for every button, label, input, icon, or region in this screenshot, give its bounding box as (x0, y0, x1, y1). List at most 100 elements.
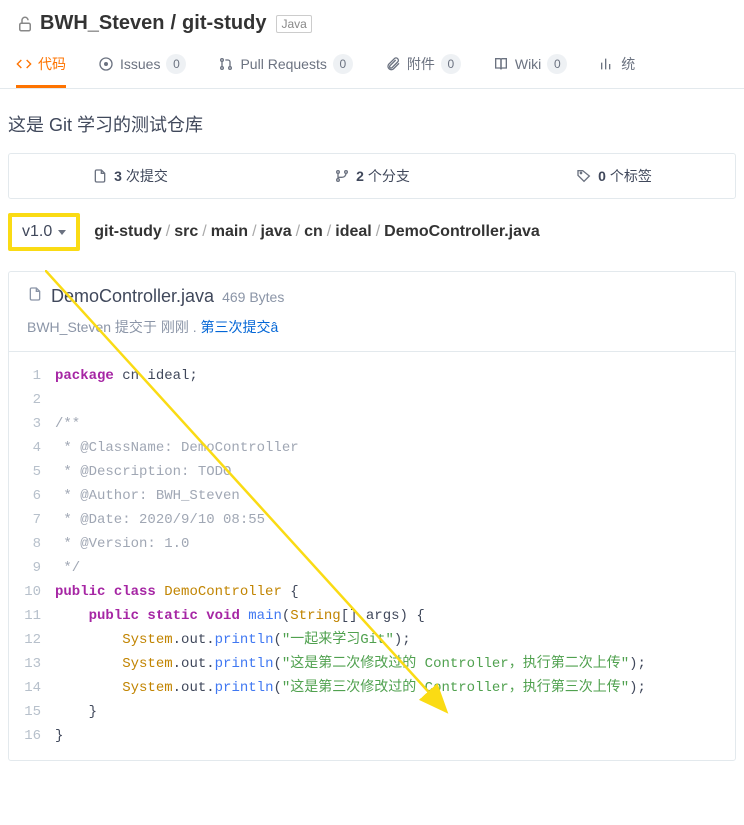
tab-wiki[interactable]: Wiki 0 (493, 43, 567, 88)
crumb-java[interactable]: java (261, 223, 292, 241)
file-icon (92, 168, 108, 184)
meta-dot: . (189, 319, 201, 335)
line-num: 13 (9, 652, 55, 676)
file-size: 469 Bytes (222, 289, 284, 305)
line-num: 14 (9, 676, 55, 700)
stats-bar: 3 次提交 2 个分支 0 个标签 (8, 153, 736, 199)
repo-owner[interactable]: BWH_Steven (40, 12, 164, 35)
tab-attach-count: 0 (441, 54, 461, 74)
file-panel: DemoController.java 469 Bytes BWH_Steven… (8, 271, 736, 761)
code-line: */ (55, 556, 735, 580)
stat-tags[interactable]: 0 个标签 (493, 154, 735, 198)
issues-icon (98, 56, 114, 72)
code-line: * @Version: 1.0 (55, 532, 735, 556)
sep: / (376, 223, 380, 241)
tab-issues-count: 0 (166, 54, 186, 74)
tags-text: 个标签 (606, 168, 652, 184)
repo-description: 这是 Git 学习的测试仓库 (0, 89, 744, 153)
chart-icon (599, 56, 615, 72)
book-icon (493, 56, 509, 72)
code-line: public class DemoController { (55, 580, 735, 604)
tab-stats[interactable]: 统 (599, 43, 635, 88)
tab-bar: 代码 Issues 0 Pull Requests 0 附件 0 Wiki 0 … (0, 43, 744, 89)
line-num: 7 (9, 508, 55, 532)
commit-link[interactable]: 第三次提交â (201, 319, 279, 335)
language-badge: Java (276, 15, 311, 33)
commit-author: BWH_Steven (27, 319, 111, 335)
file-icon (27, 286, 43, 302)
commit-time: 刚刚 (161, 319, 189, 335)
line-num: 6 (9, 484, 55, 508)
branch-icon (334, 168, 350, 184)
line-num: 10 (9, 580, 55, 604)
tag-icon (576, 168, 592, 184)
pr-icon (218, 56, 234, 72)
line-num: 16 (9, 724, 55, 748)
path-row: v1.0 git-study / src / main / java / cn … (0, 199, 744, 261)
commits-text: 次提交 (122, 168, 168, 184)
tab-wiki-count: 0 (547, 54, 567, 74)
crumb-src[interactable]: src (174, 223, 198, 241)
code-line: public static void main(String[] args) { (55, 604, 735, 628)
repo-sep: / (170, 12, 176, 35)
commits-count: 3 (114, 168, 122, 184)
line-num: 11 (9, 604, 55, 628)
sep: / (252, 223, 256, 241)
tab-stats-label: 统 (621, 54, 635, 74)
branch-selector[interactable]: v1.0 (8, 213, 80, 251)
code-line: /** (55, 412, 735, 436)
lock-icon (16, 15, 34, 33)
repo-name[interactable]: git-study (182, 12, 266, 35)
repo-header: BWH_Steven / git-study Java (0, 0, 744, 43)
code-line (55, 388, 735, 412)
crumb-cn[interactable]: cn (304, 223, 323, 241)
line-num: 4 (9, 436, 55, 460)
code-line: * @Description: TODO (55, 460, 735, 484)
tab-wiki-label: Wiki (515, 56, 541, 72)
code-line: System.out.println("一起来学习Git"); (55, 628, 735, 652)
code-line: * @Date: 2020/9/10 08:55 (55, 508, 735, 532)
sep: / (202, 223, 206, 241)
breadcrumb: git-study / src / main / java / cn / ide… (94, 223, 540, 241)
sep: / (166, 223, 170, 241)
file-meta: BWH_Steven 提交于 刚刚 . 第三次提交â (9, 311, 735, 352)
crumb-file[interactable]: DemoController.java (384, 223, 540, 241)
code-line: System.out.println("这是第二次修改过的 Controller… (55, 652, 735, 676)
tab-issues[interactable]: Issues 0 (98, 43, 186, 88)
paperclip-icon (385, 56, 401, 72)
crumb-repo[interactable]: git-study (94, 223, 162, 241)
line-num: 9 (9, 556, 55, 580)
stat-branches[interactable]: 2 个分支 (251, 154, 493, 198)
code-line: } (55, 700, 735, 724)
file-header: DemoController.java 469 Bytes (9, 272, 735, 311)
code-line: * @ClassName: DemoController (55, 436, 735, 460)
line-num: 2 (9, 388, 55, 412)
chevron-down-icon (58, 230, 66, 235)
branches-text: 个分支 (364, 168, 410, 184)
crumb-main[interactable]: main (211, 223, 248, 241)
code-line: } (55, 724, 735, 748)
stat-commits[interactable]: 3 次提交 (9, 154, 251, 198)
tab-pull-requests[interactable]: Pull Requests 0 (218, 43, 352, 88)
branches-count: 2 (356, 168, 364, 184)
file-name: DemoController.java (51, 286, 214, 307)
meta-mid: 提交于 (111, 319, 161, 335)
tab-code[interactable]: 代码 (16, 43, 66, 88)
code-icon (16, 56, 32, 72)
tab-issues-label: Issues (120, 56, 160, 72)
code-line: * @Author: BWH_Steven (55, 484, 735, 508)
line-num: 15 (9, 700, 55, 724)
line-num: 5 (9, 460, 55, 484)
tab-code-label: 代码 (38, 54, 66, 74)
tab-pr-label: Pull Requests (240, 56, 326, 72)
line-num: 3 (9, 412, 55, 436)
line-num: 12 (9, 628, 55, 652)
tab-pr-count: 0 (333, 54, 353, 74)
code-line: package cn.ideal; (55, 364, 735, 388)
branch-name: v1.0 (22, 223, 52, 241)
line-num: 1 (9, 364, 55, 388)
sep: / (327, 223, 331, 241)
tab-attachments[interactable]: 附件 0 (385, 43, 461, 88)
crumb-ideal[interactable]: ideal (335, 223, 371, 241)
line-num: 8 (9, 532, 55, 556)
